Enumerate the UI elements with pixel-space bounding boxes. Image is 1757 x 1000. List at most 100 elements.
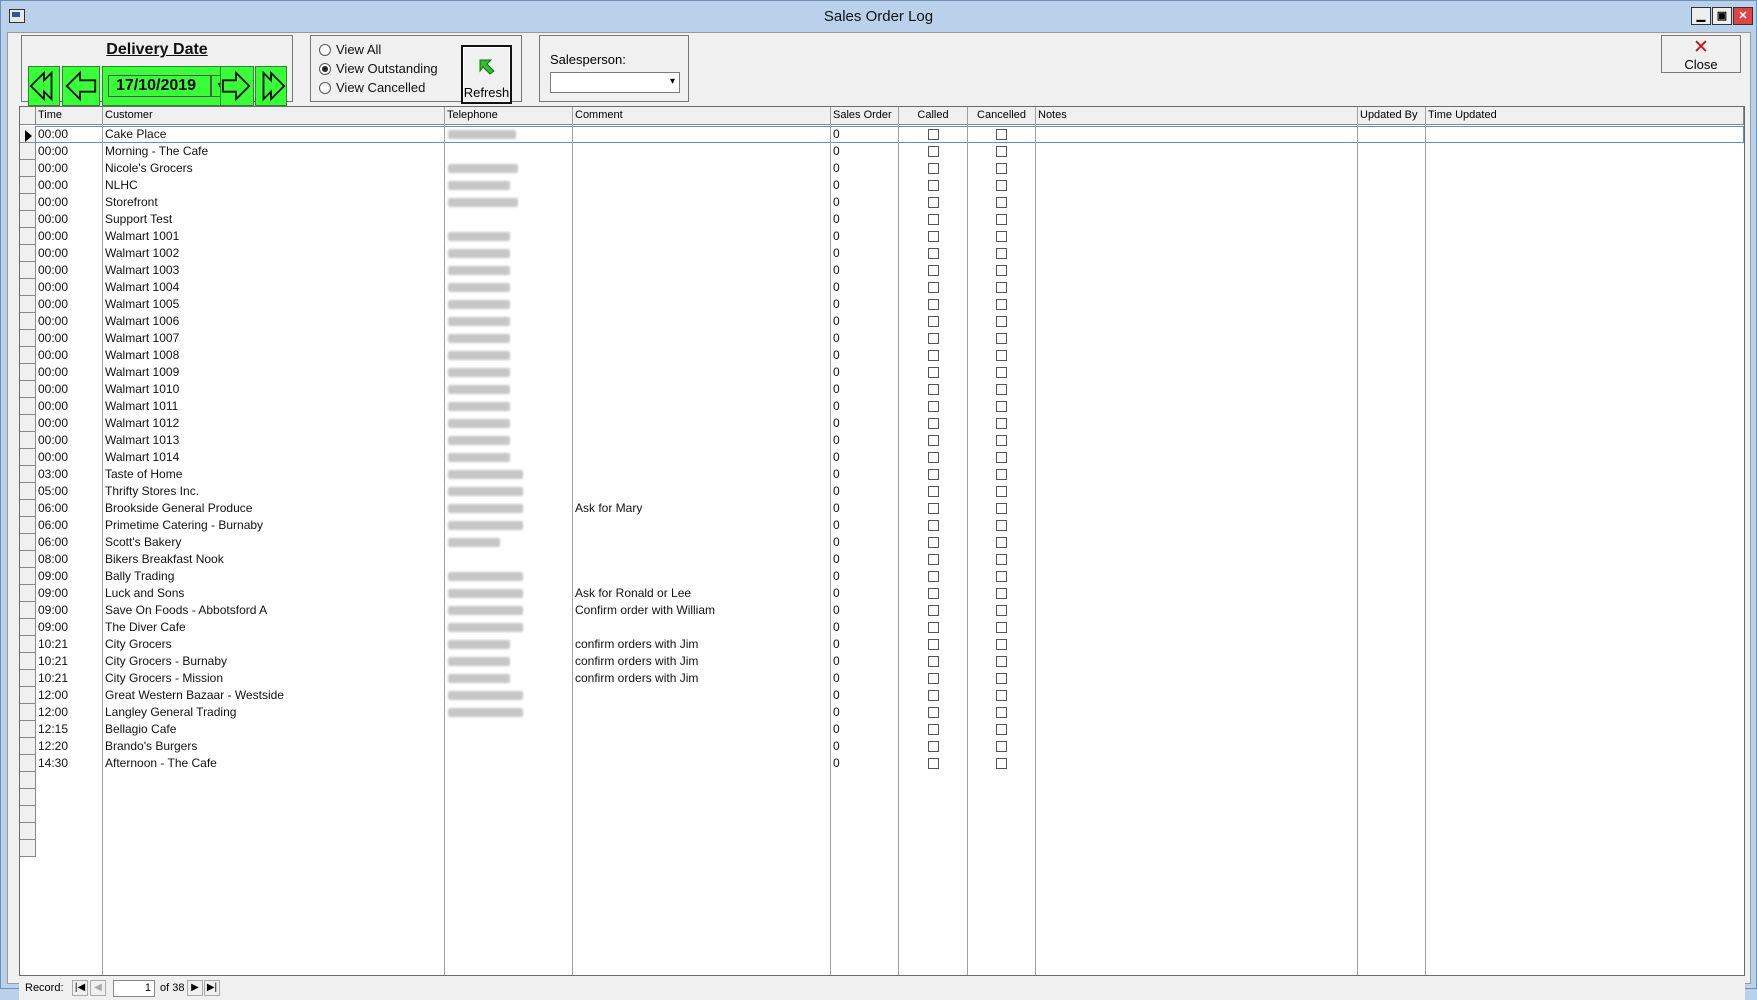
cell-sales-order[interactable]: 0 — [831, 126, 899, 143]
cell-called[interactable] — [899, 432, 968, 449]
cell-sales-order[interactable]: 0 — [831, 245, 899, 262]
cell-time[interactable]: 00:00 — [36, 245, 103, 262]
cell-notes[interactable] — [1036, 738, 1358, 755]
cell-notes[interactable] — [1036, 347, 1358, 364]
column-header-notes[interactable]: Notes — [1036, 107, 1358, 125]
cancelled-checkbox[interactable] — [996, 299, 1007, 310]
cell-telephone[interactable] — [445, 653, 573, 670]
cell-cancelled[interactable] — [968, 296, 1036, 313]
cancelled-checkbox[interactable] — [996, 724, 1007, 735]
cell-telephone[interactable] — [445, 432, 573, 449]
cell-time[interactable]: 05:00 — [36, 483, 103, 500]
cell-customer[interactable]: Walmart 1005 — [103, 296, 445, 313]
last-record-button[interactable]: ▶| — [204, 980, 220, 996]
cell-telephone[interactable] — [445, 177, 573, 194]
cell-comment[interactable] — [573, 194, 831, 211]
called-checkbox[interactable] — [928, 503, 939, 514]
cell-telephone[interactable] — [445, 194, 573, 211]
cell-updated-by[interactable] — [1358, 262, 1426, 279]
cell-notes[interactable] — [1036, 602, 1358, 619]
cancelled-checkbox[interactable] — [996, 435, 1007, 446]
cell-telephone[interactable] — [445, 687, 573, 704]
cell-time[interactable]: 00:00 — [36, 432, 103, 449]
cell-comment[interactable]: Confirm order with William — [573, 602, 831, 619]
row-selector[interactable] — [20, 466, 36, 483]
row-selector[interactable] — [20, 228, 36, 245]
cell-called[interactable] — [899, 177, 968, 194]
cancelled-checkbox[interactable] — [996, 469, 1007, 480]
cell-cancelled[interactable] — [968, 721, 1036, 738]
cell-comment[interactable] — [573, 398, 831, 415]
first-record-button[interactable]: |◀ — [72, 980, 88, 996]
cell-time[interactable]: 06:00 — [36, 500, 103, 517]
row-selector[interactable] — [20, 585, 36, 602]
cell-sales-order[interactable]: 0 — [831, 466, 899, 483]
cancelled-checkbox[interactable] — [996, 129, 1007, 140]
cell-updated-by[interactable] — [1358, 245, 1426, 262]
cell-notes[interactable] — [1036, 551, 1358, 568]
cell-comment[interactable] — [573, 211, 831, 228]
called-checkbox[interactable] — [928, 418, 939, 429]
row-selector[interactable] — [20, 296, 36, 313]
cell-called[interactable] — [899, 738, 968, 755]
table-row[interactable]: 14:30 Afternoon - The Cafe 0 — [20, 755, 1744, 772]
called-checkbox[interactable] — [928, 299, 939, 310]
cancelled-checkbox[interactable] — [996, 571, 1007, 582]
cell-customer[interactable]: Luck and Sons — [103, 585, 445, 602]
cell-called[interactable] — [899, 585, 968, 602]
cell-updated-by[interactable] — [1358, 160, 1426, 177]
cell-comment[interactable] — [573, 755, 831, 772]
table-row[interactable]: 00:00 Support Test 0 — [20, 211, 1744, 228]
cell-customer[interactable]: Scott's Bakery — [103, 534, 445, 551]
cell-telephone[interactable] — [445, 483, 573, 500]
cell-time-updated[interactable] — [1426, 551, 1744, 568]
cell-updated-by[interactable] — [1358, 228, 1426, 245]
cell-sales-order[interactable]: 0 — [831, 143, 899, 160]
row-selector[interactable] — [20, 738, 36, 755]
called-checkbox[interactable] — [928, 333, 939, 344]
called-checkbox[interactable] — [928, 724, 939, 735]
table-row[interactable]: 03:00 Taste of Home 0 — [20, 466, 1744, 483]
row-selector[interactable] — [20, 364, 36, 381]
cell-notes[interactable] — [1036, 313, 1358, 330]
cell-time-updated[interactable] — [1426, 585, 1744, 602]
cell-cancelled[interactable] — [968, 755, 1036, 772]
cell-notes[interactable] — [1036, 619, 1358, 636]
cell-telephone[interactable] — [445, 347, 573, 364]
cell-customer[interactable]: Great Western Bazaar - Westside — [103, 687, 445, 704]
cell-time[interactable]: 00:00 — [36, 313, 103, 330]
row-selector[interactable] — [20, 483, 36, 500]
cell-called[interactable] — [899, 653, 968, 670]
table-row[interactable]: 00:00 Walmart 1002 0 — [20, 245, 1744, 262]
cell-time-updated[interactable] — [1426, 432, 1744, 449]
table-row[interactable]: 00:00 Storefront 0 — [20, 194, 1744, 211]
cell-cancelled[interactable] — [968, 568, 1036, 585]
column-header-time[interactable]: Time — [36, 107, 103, 125]
row-selector[interactable] — [20, 823, 36, 840]
cell-called[interactable] — [899, 262, 968, 279]
cell-comment[interactable] — [573, 449, 831, 466]
delivery-date-input[interactable]: 17/10/2019 — [108, 75, 211, 97]
cell-time-updated[interactable] — [1426, 211, 1744, 228]
cell-telephone[interactable] — [445, 500, 573, 517]
called-checkbox[interactable] — [928, 639, 939, 650]
minimize-button[interactable]: ▁ — [1691, 7, 1711, 25]
cell-updated-by[interactable] — [1358, 551, 1426, 568]
cell-called[interactable] — [899, 296, 968, 313]
cell-time-updated[interactable] — [1426, 636, 1744, 653]
cell-time[interactable]: 12:15 — [36, 721, 103, 738]
cell-comment[interactable] — [573, 687, 831, 704]
cell-called[interactable] — [899, 466, 968, 483]
cell-comment[interactable] — [573, 381, 831, 398]
row-selector[interactable] — [20, 568, 36, 585]
cell-time-updated[interactable] — [1426, 687, 1744, 704]
cell-called[interactable] — [899, 398, 968, 415]
cell-time[interactable]: 08:00 — [36, 551, 103, 568]
cell-comment[interactable] — [573, 262, 831, 279]
cell-time[interactable]: 00:00 — [36, 228, 103, 245]
cancelled-checkbox[interactable] — [996, 452, 1007, 463]
cell-customer[interactable]: Afternoon - The Cafe — [103, 755, 445, 772]
row-selector[interactable] — [20, 500, 36, 517]
cell-telephone[interactable] — [445, 296, 573, 313]
row-selector[interactable] — [20, 840, 36, 857]
